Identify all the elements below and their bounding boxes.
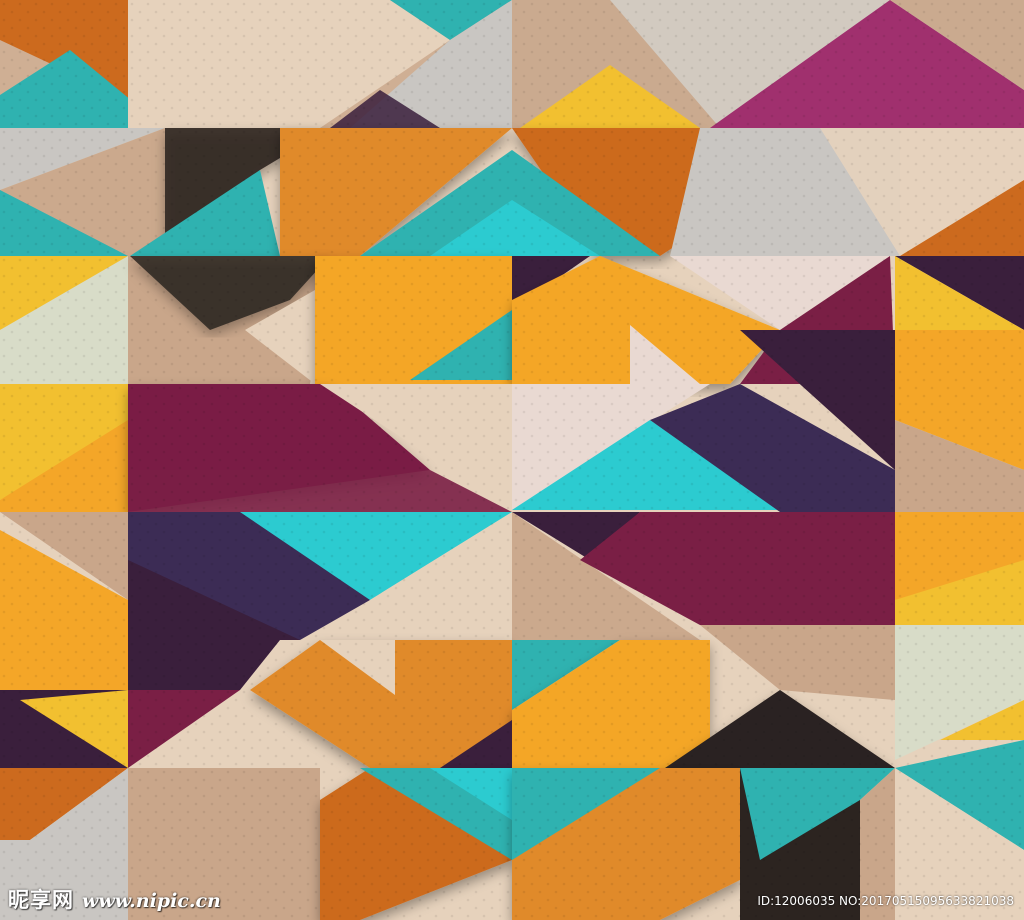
geometric-pattern-artwork <box>0 0 1024 920</box>
watermark-brand: 昵享网 <box>8 888 74 912</box>
watermark-id: ID:12006035 NO:20170515095633821038 <box>757 894 1014 908</box>
watermark-left: 昵享网 www.nipic.cn <box>8 884 221 914</box>
watermark-site: www.nipic.cn <box>82 890 221 912</box>
